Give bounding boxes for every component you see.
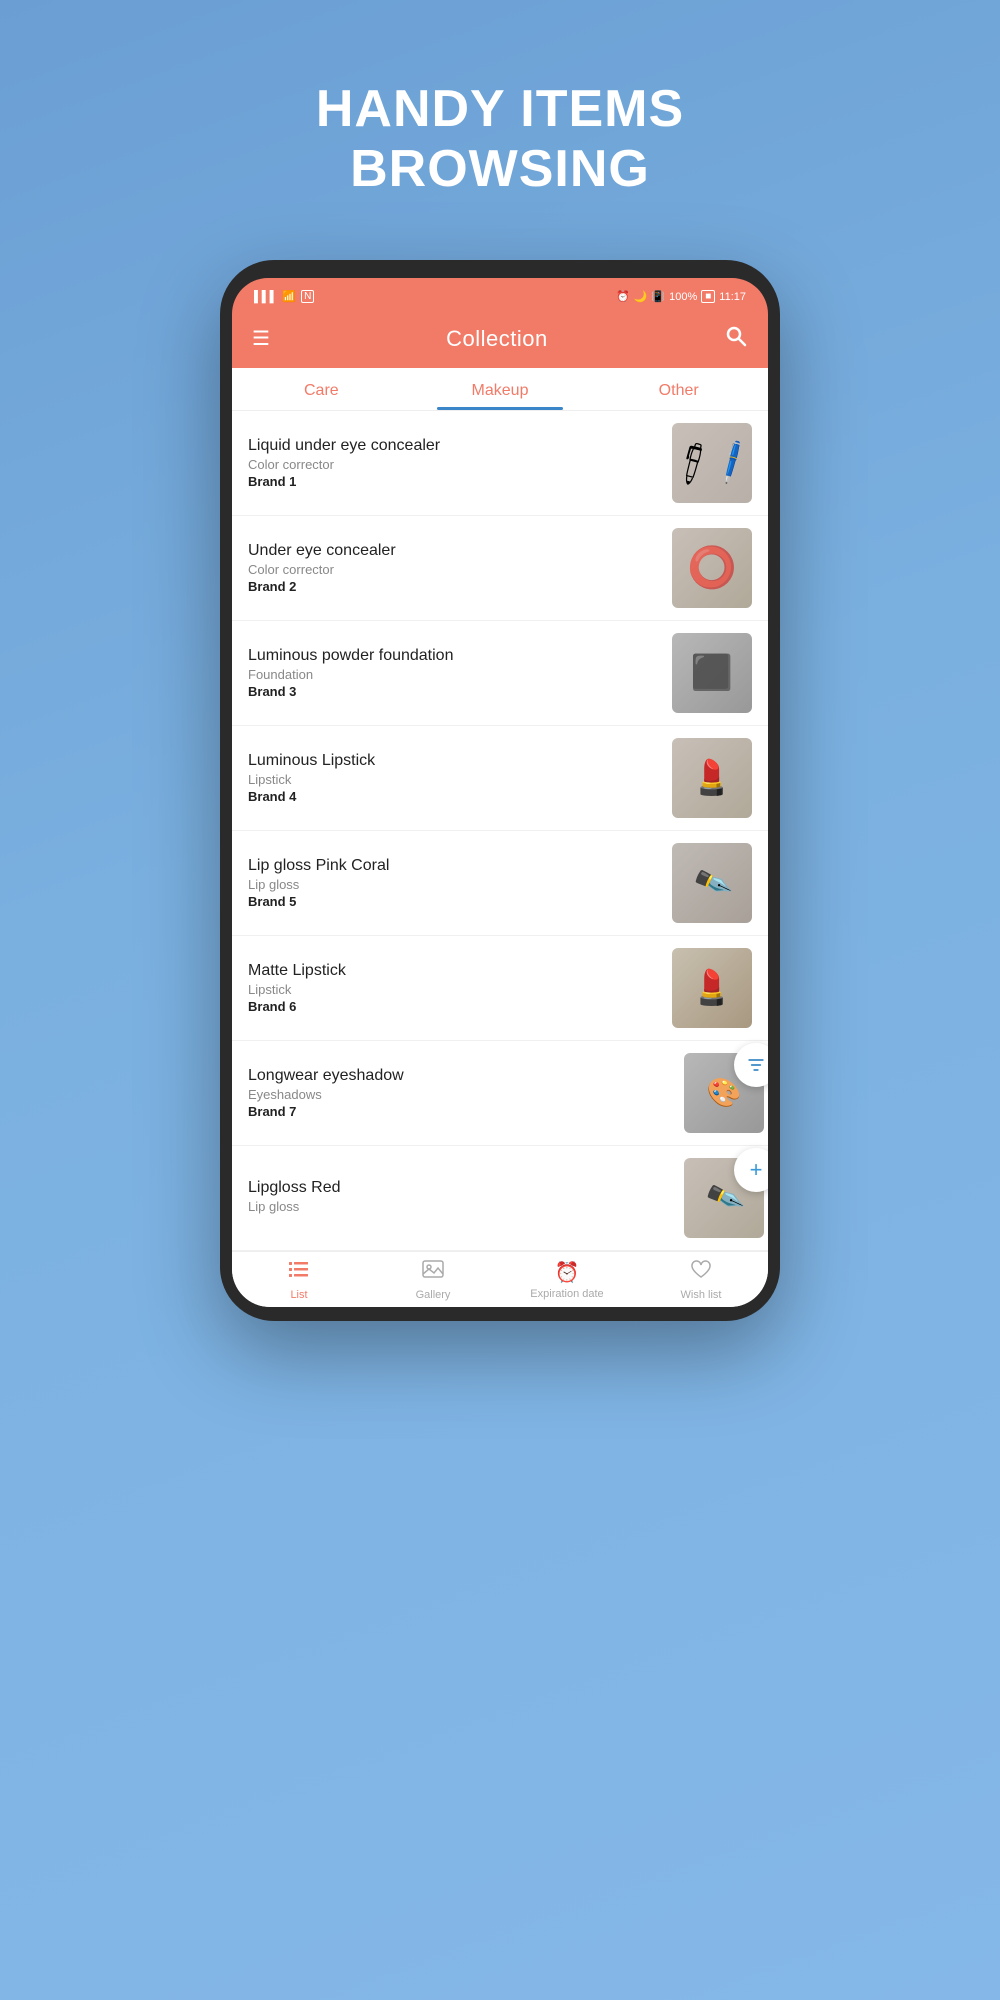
- status-bar: ▌▌▌ 📶 N ⏰ 🌙 📳 100% ■ 11:17: [232, 278, 768, 314]
- product-name: Longwear eyeshadow: [248, 1067, 660, 1085]
- product-brand: Brand 4: [248, 789, 660, 804]
- app-bar-title: Collection: [446, 326, 548, 352]
- tab-care[interactable]: Care: [232, 368, 411, 410]
- product-category: Foundation: [248, 667, 660, 682]
- nfc-icon: N: [301, 290, 314, 303]
- list-item[interactable]: Matte Lipstick Lipstick Brand 6 💄: [232, 936, 768, 1041]
- list-item[interactable]: Luminous Lipstick Lipstick Brand 4 💄: [232, 726, 768, 831]
- hero-title: HANDY ITEMS BROWSING: [316, 80, 684, 200]
- screen: Care Makeup Other Liquid under eye conce…: [232, 368, 768, 1307]
- phone-shell: ▌▌▌ 📶 N ⏰ 🌙 📳 100% ■ 11:17 ☰ Collection …: [220, 260, 780, 1321]
- product-category: Lip gloss: [248, 877, 660, 892]
- product-thumbnail: ✒️: [672, 843, 752, 923]
- product-category: Color corrector: [248, 457, 660, 472]
- vibrate-icon: 📳: [651, 290, 665, 303]
- product-brand: Brand 1: [248, 474, 660, 489]
- product-brand: Brand 6: [248, 999, 660, 1014]
- product-category: Lipstick: [248, 982, 660, 997]
- signal-icon: ▌▌▌: [254, 291, 277, 303]
- product-name: Liquid under eye concealer: [248, 437, 660, 455]
- list-item[interactable]: Liquid under eye concealer Color correct…: [232, 411, 768, 516]
- product-name: Lip gloss Pink Coral: [248, 857, 660, 875]
- product-info: Liquid under eye concealer Color correct…: [248, 437, 660, 489]
- tab-makeup[interactable]: Makeup: [411, 368, 590, 410]
- product-info: Luminous powder foundation Foundation Br…: [248, 647, 660, 699]
- product-info: Longwear eyeshadow Eyeshadows Brand 7: [248, 1067, 660, 1119]
- hamburger-icon[interactable]: ☰: [252, 326, 270, 351]
- nav-wishlist[interactable]: Wish list: [634, 1260, 768, 1301]
- product-name: Under eye concealer: [248, 542, 660, 560]
- product-thumbnail: 💄: [672, 738, 752, 818]
- nav-expiration-label: Expiration date: [530, 1288, 603, 1300]
- alarm-icon: ⏰: [616, 290, 630, 303]
- product-name: Lipgloss Red: [248, 1179, 660, 1197]
- search-icon[interactable]: [724, 324, 748, 354]
- product-info: Matte Lipstick Lipstick Brand 6: [248, 962, 660, 1014]
- nav-gallery[interactable]: Gallery: [366, 1260, 500, 1301]
- nav-expiration[interactable]: ⏰ Expiration date: [500, 1260, 634, 1301]
- list-item[interactable]: Longwear eyeshadow Eyeshadows Brand 7 🎨: [232, 1041, 768, 1146]
- list-item[interactable]: Under eye concealer Color corrector Bran…: [232, 516, 768, 621]
- app-bar: ☰ Collection: [232, 314, 768, 368]
- product-category: Color corrector: [248, 562, 660, 577]
- nav-list[interactable]: List: [232, 1260, 366, 1301]
- product-brand: Brand 5: [248, 894, 660, 909]
- battery-percent: 100%: [669, 291, 697, 303]
- product-brand: Brand 3: [248, 684, 660, 699]
- product-brand: Brand 7: [248, 1104, 660, 1119]
- product-thumbnail: ⬛: [672, 633, 752, 713]
- expiration-icon: ⏰: [555, 1260, 580, 1285]
- tab-other[interactable]: Other: [589, 368, 768, 410]
- nav-wishlist-label: Wish list: [681, 1289, 722, 1301]
- tabs: Care Makeup Other: [232, 368, 768, 411]
- wifi-icon: 📶: [282, 290, 296, 303]
- wishlist-icon: [690, 1260, 712, 1286]
- product-list: Liquid under eye concealer Color correct…: [232, 411, 768, 1251]
- product-name: Luminous powder foundation: [248, 647, 660, 665]
- list-item[interactable]: Lip gloss Pink Coral Lip gloss Brand 5 ✒…: [232, 831, 768, 936]
- nav-gallery-label: Gallery: [416, 1289, 451, 1301]
- clock: 11:17: [719, 291, 746, 303]
- product-category: Lipstick: [248, 772, 660, 787]
- product-name: Luminous Lipstick: [248, 752, 660, 770]
- battery-icon: ■: [701, 290, 715, 303]
- list-item[interactable]: Luminous powder foundation Foundation Br…: [232, 621, 768, 726]
- fab-add-button[interactable]: +: [734, 1148, 768, 1192]
- product-thumbnail: ⭕: [672, 528, 752, 608]
- status-left: ▌▌▌ 📶 N: [254, 290, 314, 303]
- nav-list-label: List: [290, 1289, 307, 1301]
- product-info: Lipgloss Red Lip gloss: [248, 1179, 660, 1216]
- product-info: Luminous Lipstick Lipstick Brand 4: [248, 752, 660, 804]
- gallery-icon: [422, 1260, 444, 1286]
- product-info: Lip gloss Pink Coral Lip gloss Brand 5: [248, 857, 660, 909]
- product-category: Lip gloss: [248, 1199, 660, 1214]
- status-right: ⏰ 🌙 📳 100% ■ 11:17: [616, 290, 746, 303]
- fab-filter-button[interactable]: [734, 1043, 768, 1087]
- moon-icon: 🌙: [634, 290, 648, 303]
- product-thumbnail: 💄: [672, 948, 752, 1028]
- product-category: Eyeshadows: [248, 1087, 660, 1102]
- list-item[interactable]: Lipgloss Red Lip gloss ✒️ +: [232, 1146, 768, 1251]
- product-brand: Brand 2: [248, 579, 660, 594]
- list-icon: [287, 1260, 311, 1286]
- product-name: Matte Lipstick: [248, 962, 660, 980]
- product-thumbnail: 🖊: [672, 423, 752, 503]
- product-info: Under eye concealer Color corrector Bran…: [248, 542, 660, 594]
- bottom-nav: List Gallery ⏰ Expiration date: [232, 1251, 768, 1307]
